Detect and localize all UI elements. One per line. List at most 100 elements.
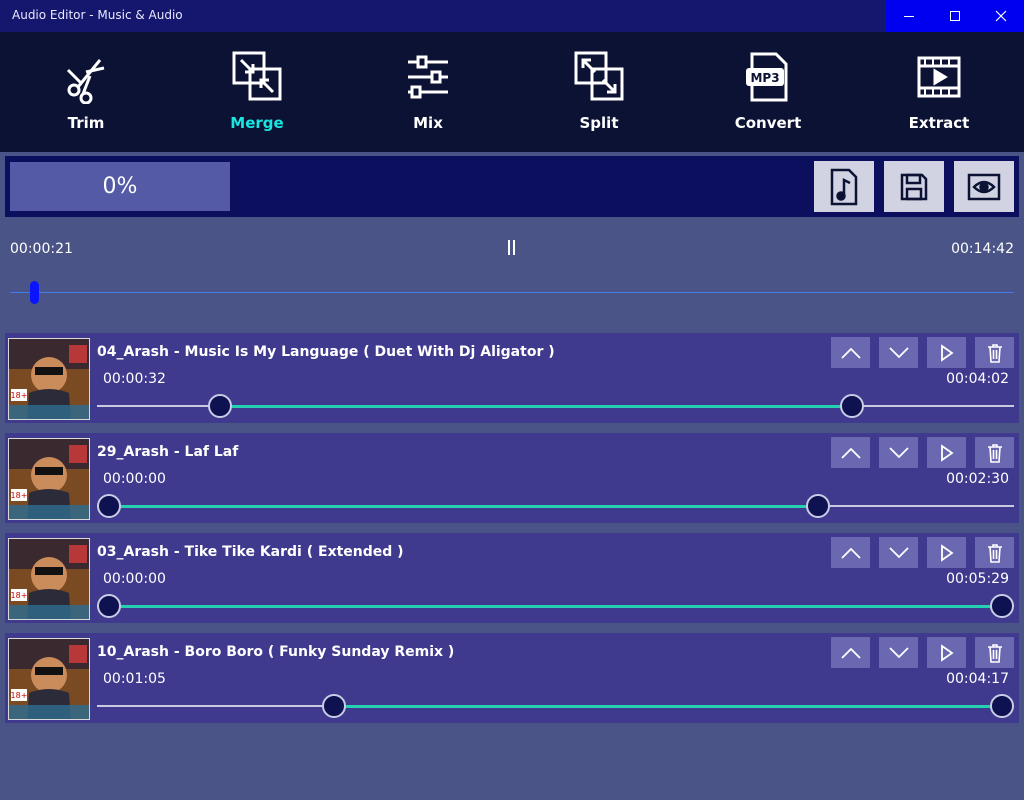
- window-title: Audio Editor - Music & Audio: [12, 8, 183, 22]
- mp3-file-icon: MP3: [746, 52, 788, 102]
- range-start-handle[interactable]: [97, 494, 121, 518]
- svg-text:18+: 18+: [11, 691, 28, 700]
- trash-icon: [987, 443, 1002, 463]
- range-start-handle[interactable]: [97, 594, 121, 618]
- tool-label: Split: [579, 114, 619, 132]
- move-down-button[interactable]: [879, 337, 918, 368]
- range-track[interactable]: [97, 404, 1014, 408]
- tool-split[interactable]: Split: [539, 32, 659, 152]
- film-icon: [917, 56, 961, 98]
- playback-thumb[interactable]: [30, 281, 40, 304]
- tool-trim[interactable]: Trim: [26, 32, 146, 152]
- chevron-down-icon: [888, 346, 909, 358]
- album-art-image: 18+: [9, 639, 89, 719]
- track-title: 10_Arash - Boro Boro ( Funky Sunday Remi…: [97, 644, 455, 660]
- tool-label: Merge: [230, 114, 284, 132]
- delete-button[interactable]: [975, 537, 1014, 568]
- tool-label: Convert: [734, 114, 802, 132]
- range-end-handle[interactable]: [839, 394, 864, 418]
- move-down-button[interactable]: [879, 537, 918, 568]
- chevron-down-icon: [888, 546, 909, 558]
- album-art-image: 18+: [9, 339, 89, 419]
- save-icon: [900, 173, 928, 200]
- eye-icon: [967, 173, 1001, 200]
- music-file-icon: [830, 168, 858, 205]
- range-end-time: 00:02:30: [946, 471, 1009, 487]
- tool-merge[interactable]: Merge: [197, 32, 317, 152]
- range-end-handle[interactable]: [806, 494, 831, 518]
- trash-icon: [987, 643, 1002, 663]
- progress-indicator: 0%: [10, 162, 230, 211]
- trash-icon: [987, 543, 1002, 563]
- pause-icon[interactable]: [506, 239, 518, 257]
- delete-button[interactable]: [975, 337, 1014, 368]
- move-up-button[interactable]: [831, 337, 870, 368]
- play-icon: [940, 443, 954, 462]
- tool-convert[interactable]: MP3 Convert: [708, 32, 828, 152]
- range-end-time: 00:04:02: [946, 371, 1009, 387]
- range-end-time: 00:05:29: [946, 571, 1009, 587]
- range-start-handle[interactable]: [322, 694, 347, 718]
- minimize-button[interactable]: [886, 0, 932, 32]
- save-button[interactable]: [884, 161, 944, 212]
- play-button[interactable]: [927, 537, 966, 568]
- maximize-button[interactable]: [932, 0, 978, 32]
- range-start-time: 00:01:05: [103, 671, 166, 687]
- total-time: 00:14:42: [951, 241, 1014, 257]
- merge-icon: [232, 51, 282, 101]
- play-button[interactable]: [927, 437, 966, 468]
- move-up-button[interactable]: [831, 637, 870, 668]
- play-button[interactable]: [927, 637, 966, 668]
- close-icon: [995, 10, 1007, 22]
- range-track[interactable]: [97, 504, 1014, 508]
- tool-extract[interactable]: Extract: [879, 32, 999, 152]
- chevron-up-icon: [840, 547, 861, 559]
- chevron-down-icon: [888, 446, 909, 458]
- minimize-icon: [904, 16, 914, 17]
- svg-text:18+: 18+: [11, 391, 28, 400]
- add-audio-button[interactable]: [814, 161, 874, 212]
- trash-icon: [987, 343, 1002, 363]
- range-start-time: 00:00:32: [103, 371, 166, 387]
- tool-label: Trim: [67, 114, 105, 132]
- tool-label: Extract: [908, 114, 970, 132]
- chevron-up-icon: [840, 347, 861, 359]
- split-icon: [574, 51, 624, 101]
- delete-button[interactable]: [975, 637, 1014, 668]
- maximize-icon: [950, 11, 960, 21]
- move-up-button[interactable]: [831, 537, 870, 568]
- range-start-time: 00:00:00: [103, 471, 166, 487]
- tool-mix[interactable]: Mix: [368, 32, 488, 152]
- range-start-handle[interactable]: [207, 394, 232, 418]
- album-art-image: 18+: [9, 439, 89, 519]
- track-row: 18+ 03_Arash - Tike Tike Kardi ( Extende…: [5, 533, 1019, 623]
- track-title: 04_Arash - Music Is My Language ( Duet W…: [97, 344, 555, 360]
- move-up-button[interactable]: [831, 437, 870, 468]
- range-end-handle[interactable]: [990, 694, 1014, 718]
- chevron-up-icon: [840, 647, 861, 659]
- track-title: 29_Arash - Laf Laf: [97, 444, 239, 460]
- album-cover: 18+: [8, 338, 90, 420]
- track-row: 18+ 29_Arash - Laf Laf 00:00:00 00:02:30: [5, 433, 1019, 523]
- range-end-time: 00:04:17: [946, 671, 1009, 687]
- play-icon: [940, 343, 954, 362]
- progress-percent: 0%: [102, 174, 138, 199]
- scissors-icon: [66, 59, 105, 104]
- move-down-button[interactable]: [879, 437, 918, 468]
- play-button[interactable]: [927, 337, 966, 368]
- delete-button[interactable]: [975, 437, 1014, 468]
- range-track[interactable]: [97, 704, 1014, 708]
- main-toolbar: Trim Merge Mix Split MP3 Convert Extract: [0, 32, 1024, 152]
- sliders-icon: [408, 55, 448, 99]
- move-down-button[interactable]: [879, 637, 918, 668]
- album-cover: 18+: [8, 438, 90, 520]
- range-selection: [109, 604, 1002, 608]
- range-selection: [334, 704, 1002, 708]
- range-selection: [109, 504, 819, 508]
- range-track[interactable]: [97, 604, 1014, 608]
- preview-button[interactable]: [954, 161, 1014, 212]
- close-button[interactable]: [978, 0, 1024, 32]
- range-end-handle[interactable]: [990, 594, 1014, 618]
- svg-text:MP3: MP3: [750, 71, 779, 85]
- playback-track[interactable]: [10, 292, 1014, 293]
